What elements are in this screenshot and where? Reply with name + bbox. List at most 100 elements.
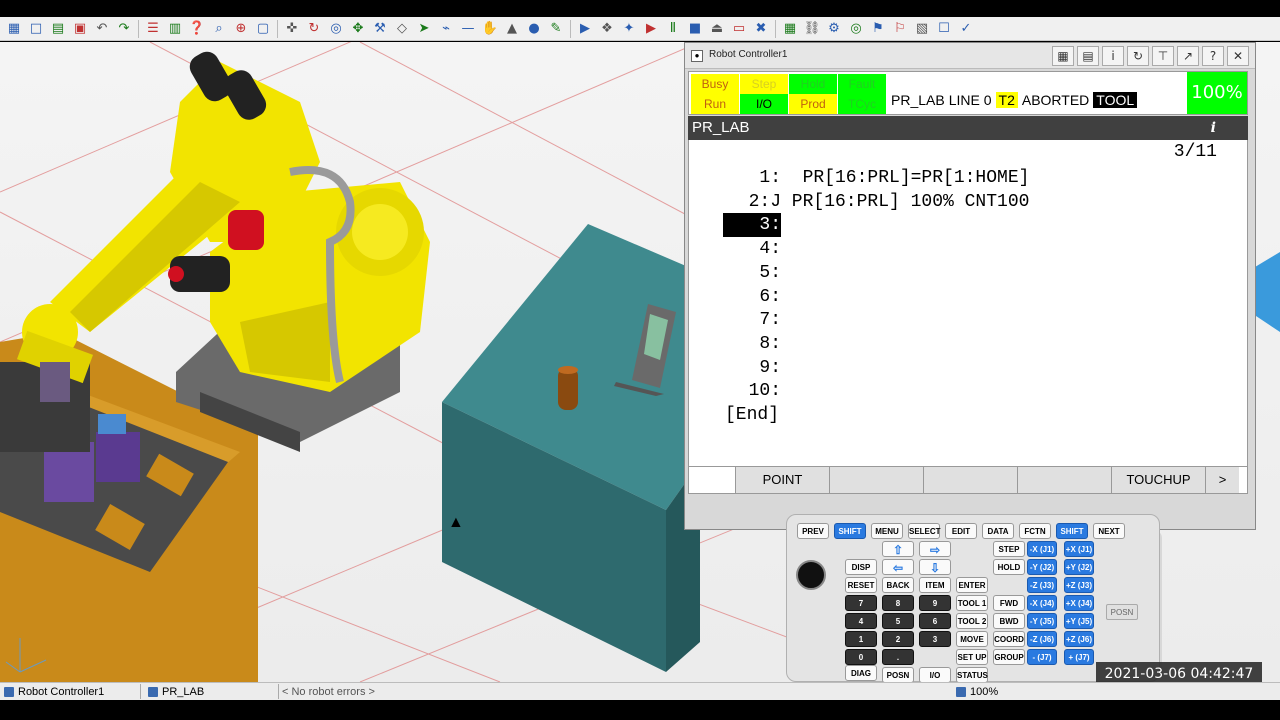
help-icon[interactable]: ? bbox=[1202, 46, 1224, 66]
move-icon[interactable]: ✜ bbox=[282, 19, 302, 39]
target-2-icon[interactable]: ◎ bbox=[846, 19, 866, 39]
key-set-up[interactable]: SET UP bbox=[956, 649, 988, 665]
key-posn[interactable]: POSN bbox=[882, 667, 914, 683]
key-group[interactable]: GROUP bbox=[993, 649, 1025, 665]
record-icon[interactable]: ● bbox=[524, 19, 544, 39]
key-digit-5[interactable]: 5 bbox=[882, 613, 914, 629]
help-icon[interactable]: ❓ bbox=[187, 19, 207, 39]
pin-icon[interactable]: ⊤ bbox=[1152, 46, 1174, 66]
key-digit-0[interactable]: 0 bbox=[845, 649, 877, 665]
settings-icon[interactable]: ⚙ bbox=[824, 19, 844, 39]
program-line[interactable]: 5: bbox=[723, 261, 781, 285]
run-icon[interactable]: ▶ bbox=[575, 19, 595, 39]
key-digit-1[interactable]: 1 bbox=[845, 631, 877, 647]
controller-title-bar[interactable]: ● Robot Controller1 ▦ ▤ i ↻ ⊤ ↗ ? ✕ bbox=[685, 43, 1255, 69]
undo-icon[interactable]: ↶ bbox=[92, 19, 112, 39]
tool-icon[interactable]: ⚒ bbox=[370, 19, 390, 39]
redo-icon[interactable]: ↷ bbox=[114, 19, 134, 39]
statusbar-controller[interactable]: Robot Controller1 bbox=[4, 685, 104, 699]
key-coord[interactable]: COORD bbox=[993, 631, 1025, 647]
key-digit-8[interactable]: 8 bbox=[882, 595, 914, 611]
key-tool-1[interactable]: TOOL 1 bbox=[956, 595, 988, 611]
jog-key--z-j3-[interactable]: -Z (J3) bbox=[1027, 577, 1057, 593]
key-hold[interactable]: HOLD bbox=[993, 559, 1025, 575]
jog-icon[interactable]: ✥ bbox=[348, 19, 368, 39]
move-to-icon[interactable]: ➤ bbox=[414, 19, 434, 39]
key-digit-6[interactable]: 6 bbox=[919, 613, 951, 629]
key-status[interactable]: STATUS bbox=[956, 667, 988, 683]
cube-icon[interactable]: ▧ bbox=[912, 19, 932, 39]
key-tool-2[interactable]: TOOL 2 bbox=[956, 613, 988, 629]
marker-icon[interactable]: ⚑ bbox=[868, 19, 888, 39]
grid-icon[interactable]: ▦ bbox=[4, 19, 24, 39]
deadman-switch-icon[interactable] bbox=[796, 560, 826, 590]
key-item[interactable]: ITEM bbox=[919, 577, 951, 593]
key-digit-7[interactable]: 7 bbox=[845, 595, 877, 611]
pause-icon[interactable]: Ⅱ bbox=[663, 19, 683, 39]
key-back-space[interactable]: BACK SPACE bbox=[882, 577, 914, 606]
key-digit-dot[interactable]: . bbox=[882, 649, 914, 665]
arrow-down-icon[interactable]: ⇩ bbox=[919, 559, 951, 575]
program-line[interactable]: 7: bbox=[723, 308, 781, 332]
key-bwd[interactable]: BWD bbox=[993, 613, 1025, 629]
key-enter[interactable]: ENTER bbox=[956, 577, 988, 593]
jog-key--y-j2-[interactable]: +Y (J2) bbox=[1064, 559, 1094, 575]
key-shift-1[interactable]: SHIFT bbox=[834, 523, 866, 539]
jog-key--j7-[interactable]: - (J7) bbox=[1027, 649, 1057, 665]
key-disp[interactable]: DISP bbox=[845, 559, 877, 575]
program-line[interactable]: 1: PR[16:PRL]=PR[1:HOME] bbox=[723, 166, 1029, 190]
jog-key--z-j3-[interactable]: +Z (J3) bbox=[1064, 577, 1094, 593]
program-line[interactable]: 3: bbox=[723, 213, 781, 238]
zoom-fit-icon[interactable]: ▢ bbox=[253, 19, 273, 39]
chart-icon[interactable]: ▥ bbox=[165, 19, 185, 39]
eject-icon[interactable]: ⏏ bbox=[707, 19, 727, 39]
save-icon[interactable]: ▣ bbox=[70, 19, 90, 39]
tree-icon[interactable]: ☰ bbox=[143, 19, 163, 39]
arrow-up-icon[interactable]: ⇧ bbox=[882, 541, 914, 557]
key-prev-0[interactable]: PREV bbox=[797, 523, 829, 539]
jog-key--z-j6-[interactable]: +Z (J6) bbox=[1064, 631, 1094, 647]
ruler-icon[interactable]: — bbox=[458, 19, 478, 39]
function-key-f1[interactable]: POINT bbox=[735, 467, 829, 493]
arrow-left-icon[interactable]: ⇦ bbox=[882, 559, 914, 575]
ioboard-icon[interactable]: ▦ bbox=[780, 19, 800, 39]
function-key-f4[interactable] bbox=[1017, 467, 1111, 493]
link-icon[interactable]: ⛓ bbox=[802, 19, 822, 39]
function-key-f3[interactable] bbox=[923, 467, 1017, 493]
function-key-f0[interactable] bbox=[689, 467, 735, 493]
cart-icon[interactable]: ☐ bbox=[934, 19, 954, 39]
function-key-f2[interactable] bbox=[829, 467, 923, 493]
open-icon[interactable]: ▤ bbox=[48, 19, 68, 39]
undock-icon[interactable]: ↗ bbox=[1177, 46, 1199, 66]
refresh-icon[interactable]: ↻ bbox=[1127, 46, 1149, 66]
pendant-icon[interactable]: ▤ bbox=[1077, 46, 1099, 66]
new-icon[interactable]: □ bbox=[26, 19, 46, 39]
jog-key--x-j1-[interactable]: -X (J1) bbox=[1027, 541, 1057, 557]
jog-key--x-j1-[interactable]: +X (J1) bbox=[1064, 541, 1094, 557]
program-line[interactable]: 6: bbox=[723, 285, 781, 309]
jog-key--z-j6-[interactable]: -Z (J6) bbox=[1027, 631, 1057, 647]
function-key-next[interactable]: > bbox=[1205, 467, 1239, 493]
program-line[interactable]: 8: bbox=[723, 332, 781, 356]
dock-icon[interactable]: ✓ bbox=[956, 19, 976, 39]
posn-key[interactable]: POSN bbox=[1106, 604, 1138, 620]
key-fwd[interactable]: FWD bbox=[993, 595, 1025, 611]
jog-key--x-j4-[interactable]: +X (J4) bbox=[1064, 595, 1094, 611]
key-fctn-6[interactable]: FCTN bbox=[1019, 523, 1051, 539]
key-shift-7[interactable]: SHIFT bbox=[1056, 523, 1088, 539]
key-step[interactable]: STEP bbox=[993, 541, 1025, 557]
edit-icon[interactable]: ✎ bbox=[546, 19, 566, 39]
hand-icon[interactable]: ✋ bbox=[480, 19, 500, 39]
zoom-icon[interactable]: ⌕ bbox=[209, 19, 229, 39]
statusbar-program[interactable]: PR_LAB bbox=[148, 685, 204, 699]
paint-icon[interactable]: ✦ bbox=[619, 19, 639, 39]
program-line[interactable]: 9: bbox=[723, 356, 781, 380]
arrow-right-icon[interactable]: ⇨ bbox=[919, 541, 951, 557]
walk-icon[interactable]: ⚐ bbox=[890, 19, 910, 39]
measure-icon[interactable]: ⌁ bbox=[436, 19, 456, 39]
key-select-3[interactable]: SELECT bbox=[908, 523, 941, 539]
key-menu-2[interactable]: MENU bbox=[871, 523, 903, 539]
jog-key--y-j2-[interactable]: -Y (J2) bbox=[1027, 559, 1057, 575]
keyboard-icon[interactable]: ▦ bbox=[1052, 46, 1074, 66]
key-diag-help[interactable]: DIAG HELP bbox=[845, 665, 877, 694]
